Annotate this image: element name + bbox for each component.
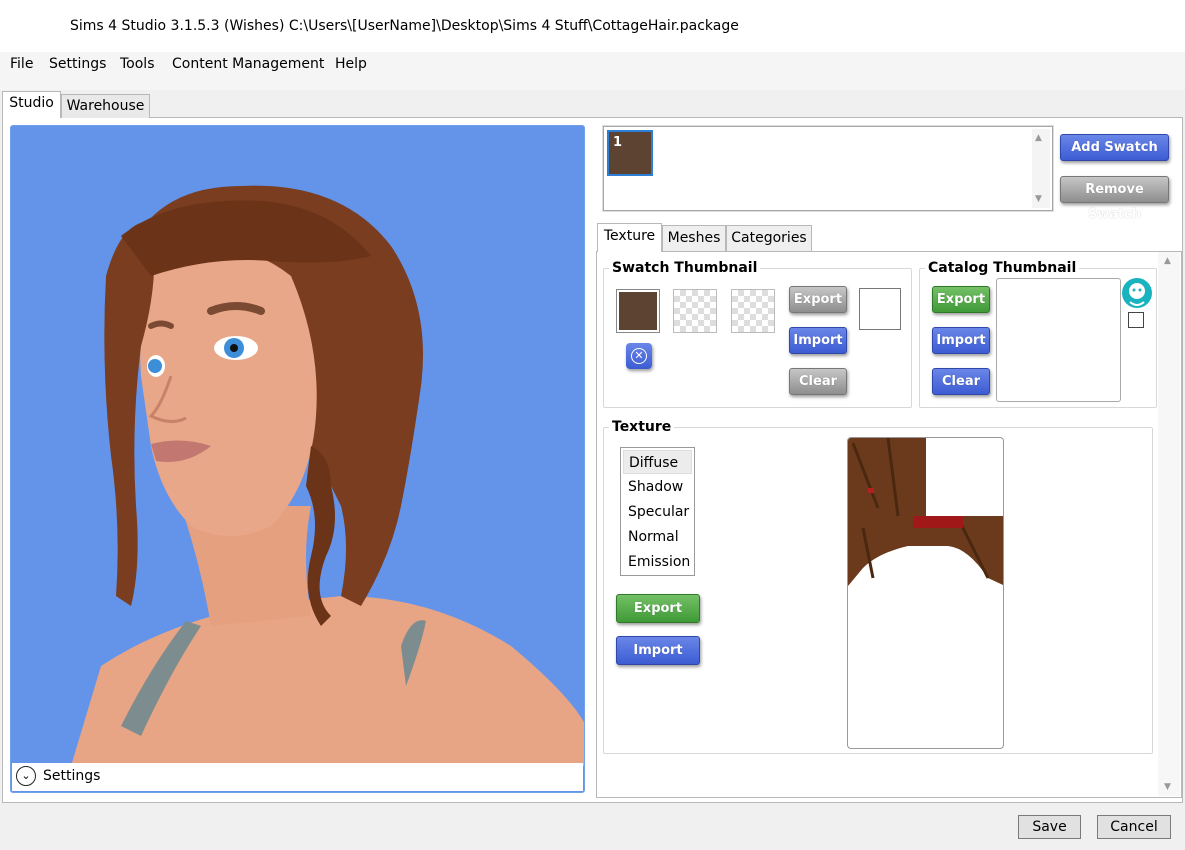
close-icon: ✕ bbox=[631, 348, 647, 364]
scroll-down-icon[interactable]: ▼ bbox=[1035, 194, 1042, 204]
menu-tools[interactable]: Tools bbox=[118, 56, 157, 72]
chevron-down-icon[interactable]: ⌄ bbox=[16, 766, 36, 786]
title-bar: Sims 4 Studio 3.1.5.3 (Wishes) C:\Users\… bbox=[0, 0, 1185, 52]
swatch-thumbnail-color[interactable] bbox=[616, 289, 660, 333]
scroll-up-icon[interactable]: ▲ bbox=[1035, 133, 1042, 143]
swatch-item[interactable]: 1 bbox=[607, 130, 653, 176]
tab-meshes[interactable]: Meshes bbox=[662, 225, 726, 251]
catalog-thumbnail-preview bbox=[996, 278, 1121, 402]
swatch-clear-button[interactable]: Clear bbox=[789, 368, 847, 395]
tab-texture[interactable]: Texture bbox=[597, 223, 662, 252]
scroll-down-icon[interactable]: ▼ bbox=[1164, 782, 1171, 792]
texture-type-item[interactable]: Shadow bbox=[623, 475, 692, 499]
sim-model-preview bbox=[71, 185, 584, 766]
viewport-settings-bar[interactable]: ⌄ Settings bbox=[12, 763, 583, 791]
texture-type-item[interactable]: Specular bbox=[623, 500, 692, 524]
swatch-thumbnail-slot[interactable] bbox=[673, 289, 717, 333]
remove-thumbnail-button[interactable]: ✕ bbox=[626, 343, 652, 369]
texture-export-button[interactable]: Export bbox=[616, 594, 700, 623]
scroll-up-icon[interactable]: ▲ bbox=[1164, 256, 1171, 266]
swatch-number: 1 bbox=[613, 135, 623, 150]
viewport-settings-label[interactable]: Settings bbox=[43, 768, 100, 784]
tab-warehouse[interactable]: Warehouse bbox=[61, 94, 150, 118]
menu-help[interactable]: Help bbox=[333, 56, 369, 72]
texture-type-item[interactable]: Emission bbox=[623, 550, 692, 574]
catalog-clear-button[interactable]: Clear bbox=[932, 368, 990, 395]
tab-categories[interactable]: Categories bbox=[726, 225, 812, 251]
swatch-import-button[interactable]: Import bbox=[789, 327, 847, 354]
catalog-thumbnail-title: Catalog Thumbnail bbox=[925, 260, 1080, 276]
3d-viewport[interactable]: ⌄ Settings bbox=[10, 125, 585, 793]
add-swatch-button[interactable]: Add Swatch bbox=[1060, 134, 1169, 161]
catalog-import-button[interactable]: Import bbox=[932, 327, 990, 354]
menu-content-management[interactable]: Content Management bbox=[170, 56, 326, 72]
texture-preview bbox=[847, 437, 1004, 749]
panel-scrollbar[interactable]: ▲ ▼ bbox=[1158, 252, 1180, 796]
menu-bar: File Settings Tools Content Management H… bbox=[0, 52, 1185, 90]
texture-type-item[interactable]: Diffuse bbox=[623, 450, 692, 474]
swatch-thumbnail-preview bbox=[859, 288, 901, 330]
swatch-list[interactable]: 1 ▲ ▼ bbox=[602, 125, 1054, 212]
texture-import-button[interactable]: Import bbox=[616, 636, 700, 665]
save-button[interactable]: Save bbox=[1018, 815, 1081, 839]
swatch-export-button[interactable]: Export bbox=[789, 286, 847, 313]
texture-type-list[interactable]: Diffuse Shadow Specular Normal Emission bbox=[620, 447, 695, 576]
swatch-thumbnail-title: Swatch Thumbnail bbox=[609, 260, 761, 276]
cancel-button[interactable]: Cancel bbox=[1097, 815, 1171, 839]
swatch-thumbnail-slot[interactable] bbox=[731, 289, 775, 333]
texture-type-item[interactable]: Normal bbox=[623, 525, 692, 549]
window-title: Sims 4 Studio 3.1.5.3 (Wishes) C:\Users\… bbox=[70, 18, 739, 34]
swatch-scrollbar[interactable]: ▲ ▼ bbox=[1032, 129, 1050, 208]
menu-settings[interactable]: Settings bbox=[47, 56, 108, 72]
catalog-checkbox[interactable] bbox=[1128, 312, 1144, 328]
remove-swatch-button[interactable]: Remove Swatch bbox=[1060, 176, 1169, 222]
tab-studio[interactable]: Studio bbox=[2, 91, 61, 118]
sims-logo-icon[interactable] bbox=[1122, 278, 1152, 308]
menu-file[interactable]: File bbox=[8, 56, 35, 72]
catalog-export-button[interactable]: Export bbox=[932, 286, 990, 313]
texture-title: Texture bbox=[609, 419, 675, 435]
